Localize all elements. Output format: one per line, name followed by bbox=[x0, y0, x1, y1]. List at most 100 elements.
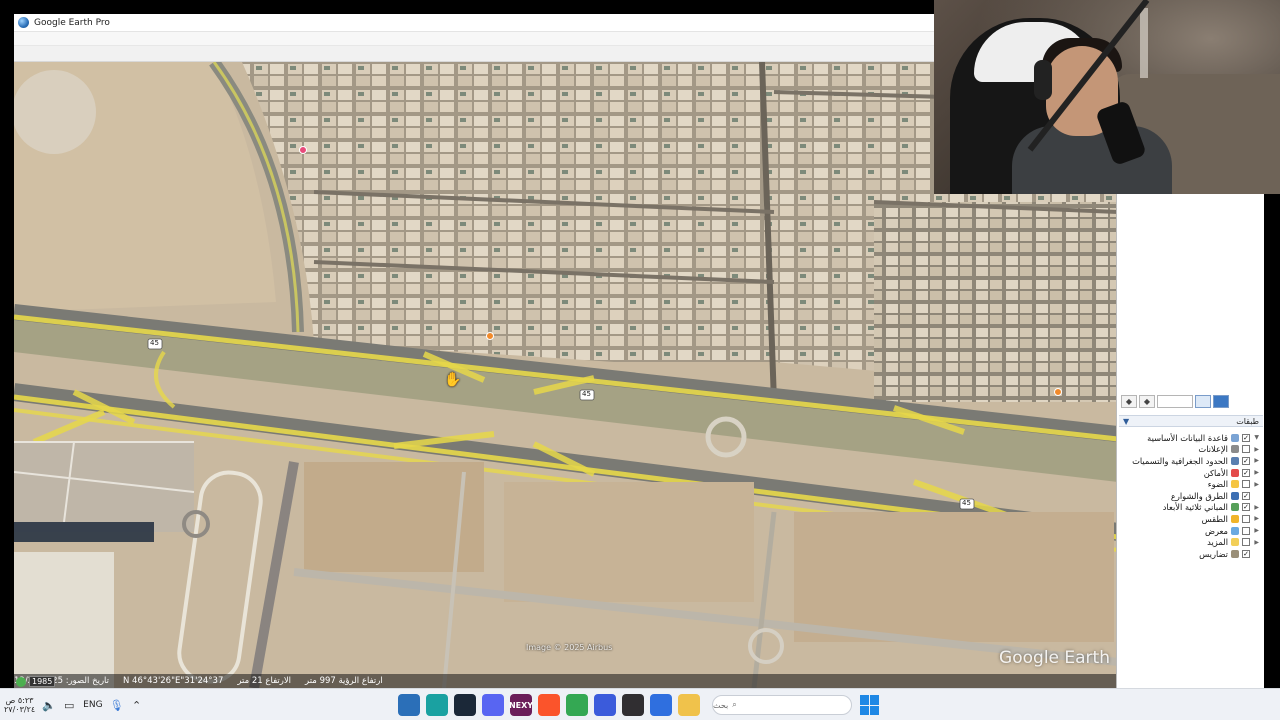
imagery-credit: Image © 2025 Airbus bbox=[526, 643, 613, 652]
layer-label: الطقس bbox=[1201, 513, 1228, 524]
place-marker-icon[interactable] bbox=[299, 146, 307, 154]
search-button[interactable] bbox=[1213, 394, 1229, 408]
layer-checkbox[interactable]: ✓ bbox=[1242, 456, 1250, 465]
layer-label: قاعدة البيانات الأساسية bbox=[1147, 432, 1228, 443]
expand-arrow-icon[interactable]: ▶ bbox=[1253, 457, 1259, 464]
sidebar-search-row: ◆ ◆ bbox=[1121, 394, 1263, 408]
layer-checkbox[interactable]: ✓ bbox=[1242, 433, 1250, 442]
webcam-lamp bbox=[1140, 8, 1148, 78]
layer-item[interactable]: ▶ ✓ الأماكن bbox=[1117, 467, 1263, 479]
layer-icon bbox=[1231, 549, 1239, 558]
start-button[interactable] bbox=[860, 695, 880, 715]
eye-altitude: ارتفاع الرؤية 997 متر bbox=[305, 676, 383, 686]
window-title: Google Earth Pro bbox=[34, 17, 110, 28]
layer-icon bbox=[1231, 468, 1239, 477]
sidebar-search-input[interactable] bbox=[1157, 394, 1193, 408]
layer-checkbox[interactable] bbox=[1242, 526, 1250, 535]
headset-icon bbox=[1034, 60, 1052, 100]
expand-arrow-icon[interactable]: ▶ bbox=[1253, 469, 1259, 476]
expand-arrow-icon[interactable]: ▶ bbox=[1253, 481, 1259, 488]
coordinates: 24°37'31"N 46°43'26"E bbox=[123, 676, 224, 686]
brave-app-icon[interactable] bbox=[538, 694, 560, 716]
expand-arrow-icon[interactable]: ▶ bbox=[1253, 527, 1259, 534]
collapse-arrow-icon[interactable]: ▼ bbox=[1123, 417, 1129, 426]
layers-title: طبقات bbox=[1236, 416, 1259, 426]
google-earth-watermark: Google Earth bbox=[999, 648, 1110, 668]
language-indicator[interactable]: ENG bbox=[83, 700, 102, 710]
steam-app-icon[interactable] bbox=[454, 694, 476, 716]
microphone-tray-icon[interactable]: 🎙 bbox=[110, 699, 124, 712]
vpn-app-icon[interactable] bbox=[426, 694, 448, 716]
expand-arrow-icon[interactable]: ▶ bbox=[1253, 504, 1259, 511]
layers-list: ▼ ✓ قاعدة البيانات الأساسية ▶ الإعلانات ▶ ✓ الح… bbox=[1117, 432, 1263, 560]
layer-label: الإعلانات bbox=[1198, 444, 1228, 455]
layer-item[interactable]: ▶ الإعلانات bbox=[1117, 444, 1263, 456]
place-marker-icon[interactable] bbox=[486, 332, 494, 340]
expand-arrow-icon[interactable]: ▶ bbox=[1253, 446, 1259, 453]
layer-icon bbox=[1231, 480, 1239, 489]
nexy-app-icon[interactable]: NEXY bbox=[509, 694, 533, 716]
layers-header[interactable]: ▼ طبقات bbox=[1119, 415, 1263, 427]
hand-cursor-icon: ✋ bbox=[444, 372, 462, 388]
volume-icon[interactable]: 🔈 bbox=[42, 699, 56, 712]
photos-app-icon[interactable] bbox=[650, 694, 672, 716]
sidebar-panel: ◆ ◆ ▼ طبقات ▼ ✓ قاعدة البيانات الأساسية ▶ ال… bbox=[1116, 194, 1264, 688]
elevation: الارتفاع 21 متر bbox=[237, 676, 292, 686]
clock[interactable]: ٥:٢٣ ص ٢٧/٠٣/٢٤ bbox=[4, 696, 35, 714]
taskbar-search[interactable]: ⌕ بحث bbox=[712, 695, 852, 715]
layer-checkbox[interactable]: ✓ bbox=[1242, 468, 1250, 477]
historical-imagery-icon bbox=[16, 676, 26, 687]
layer-icon bbox=[1231, 445, 1239, 454]
layer-checkbox[interactable] bbox=[1242, 480, 1250, 489]
layer-item[interactable]: ▶ الضوء bbox=[1117, 478, 1263, 490]
layer-item[interactable]: ✓ الطرق والشوارع bbox=[1117, 490, 1263, 502]
network-icon[interactable]: ▭ bbox=[63, 699, 75, 712]
layer-checkbox[interactable]: ✓ bbox=[1242, 503, 1250, 512]
app-blue-app-icon[interactable] bbox=[594, 694, 616, 716]
search-icon: ⌕ bbox=[732, 700, 737, 709]
layer-item[interactable]: ✓ تضاريس bbox=[1117, 548, 1263, 560]
obs-app-icon[interactable] bbox=[622, 694, 644, 716]
chevron-up-icon[interactable]: ⌃ bbox=[131, 699, 143, 712]
file-explorer-app-icon[interactable] bbox=[678, 694, 700, 716]
clock-time: ٥:٢٣ ص bbox=[5, 696, 34, 705]
back-arrow-icon[interactable]: ◆ bbox=[1121, 394, 1137, 408]
expand-arrow-icon[interactable]: ▶ bbox=[1253, 515, 1259, 522]
layer-checkbox[interactable] bbox=[1242, 445, 1250, 454]
layer-icon bbox=[1231, 433, 1239, 442]
historical-year-badge[interactable]: 1985 bbox=[16, 676, 56, 687]
layer-label: الحدود الجغرافية والتسميات bbox=[1132, 455, 1228, 466]
expand-arrow-icon[interactable]: ▶ bbox=[1253, 539, 1259, 546]
layer-icon bbox=[1231, 503, 1239, 512]
layer-item[interactable]: ▶ الطقس bbox=[1117, 513, 1263, 525]
webcam-overlay bbox=[934, 0, 1280, 194]
desktop: Google Earth Pro ● ▣ ⇩ ▤ ✉ ▮ ☀ bbox=[0, 0, 1280, 720]
chrome-app-icon[interactable] bbox=[566, 694, 588, 716]
taskbar-apps: NEXY bbox=[398, 693, 700, 717]
layer-checkbox[interactable] bbox=[1242, 514, 1250, 523]
layers-toggle-button[interactable] bbox=[1195, 394, 1211, 408]
layer-item[interactable]: ▶ معرض bbox=[1117, 525, 1263, 537]
system-tray: ٥:٢٣ ص ٢٧/٠٣/٢٤ 🔈 ▭ ENG 🎙 ⌃ bbox=[4, 689, 143, 720]
layer-item[interactable]: ▼ ✓ قاعدة البيانات الأساسية bbox=[1117, 432, 1263, 444]
layer-item[interactable]: ▶ المزيد bbox=[1117, 536, 1263, 548]
layer-checkbox[interactable] bbox=[1242, 538, 1250, 547]
layer-checkbox[interactable]: ✓ bbox=[1242, 491, 1250, 500]
layer-item[interactable]: ▶ ✓ الحدود الجغرافية والتسميات bbox=[1117, 455, 1263, 467]
discord-app-icon[interactable] bbox=[482, 694, 504, 716]
layer-label: معرض bbox=[1204, 525, 1228, 536]
layer-icon bbox=[1231, 538, 1239, 547]
layer-checkbox[interactable]: ✓ bbox=[1242, 549, 1250, 558]
status-bar: ارتفاع الرؤية 997 متر الارتفاع 21 متر 24… bbox=[14, 674, 1118, 688]
layer-item[interactable]: ▶ ✓ المباني ثلاثية الأبعاد bbox=[1117, 502, 1263, 514]
layer-label: المزيد bbox=[1207, 537, 1228, 548]
layer-icon bbox=[1231, 456, 1239, 465]
expand-arrow-icon[interactable]: ▼ bbox=[1253, 434, 1259, 441]
windows-logo-icon bbox=[860, 695, 869, 705]
place-marker-icon[interactable] bbox=[1054, 388, 1062, 396]
road-shield-label: 45 bbox=[150, 339, 159, 347]
layer-label: تضاريس bbox=[1199, 548, 1228, 559]
forward-arrow-icon[interactable]: ◆ bbox=[1139, 394, 1155, 408]
layer-icon bbox=[1231, 526, 1239, 535]
google-earth-app-icon[interactable] bbox=[398, 694, 420, 716]
